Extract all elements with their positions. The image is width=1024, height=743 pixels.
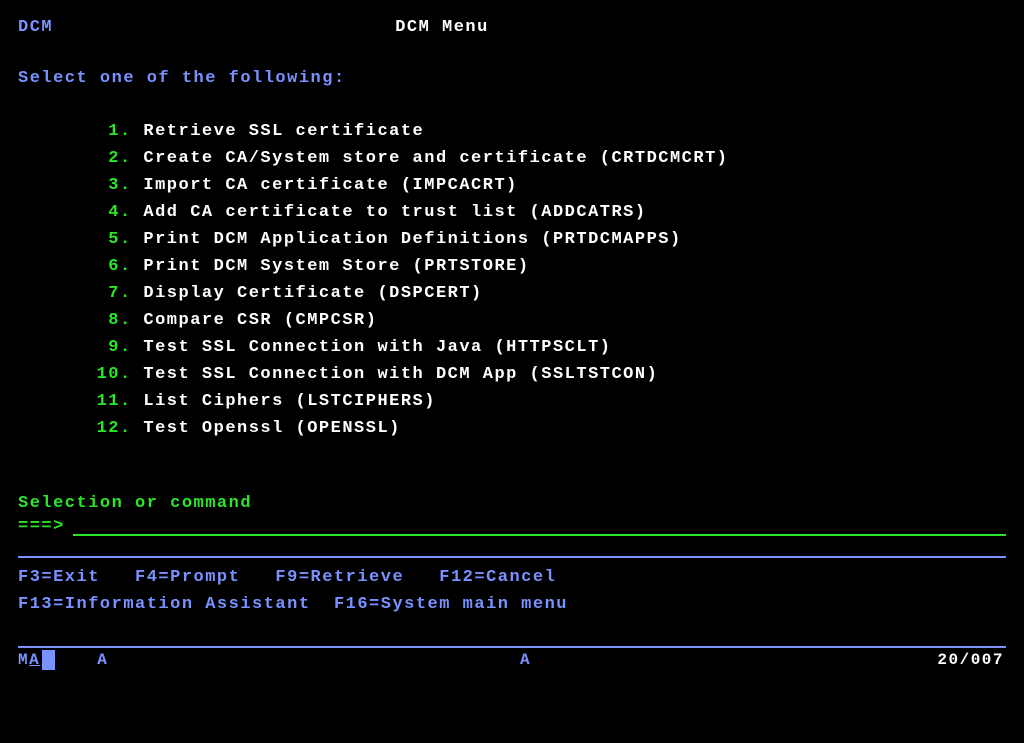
menu-item-9[interactable]: 9. Test SSL Connection with Java (HTTPSC…	[76, 334, 1006, 361]
divider	[18, 556, 1006, 558]
menu-item-1[interactable]: 1. Retrieve SSL certificate	[76, 118, 1006, 145]
menu-item-10[interactable]: 10. Test SSL Connection with DCM App (SS…	[76, 361, 1006, 388]
command-arrow: ===>	[18, 517, 65, 536]
prompt-text: Select one of the following:	[18, 69, 1006, 88]
menu-item-6[interactable]: 6. Print DCM System Store (PRTSTORE)	[76, 253, 1006, 280]
selection-prompt: Selection or command	[18, 494, 1006, 513]
status-bar: MA A A 20/007	[18, 648, 1006, 670]
menu-item-8[interactable]: 8. Compare CSR (CMPCSR)	[76, 307, 1006, 334]
command-input[interactable]	[73, 515, 1006, 536]
status-block-icon	[42, 650, 55, 670]
status-mode: MA	[18, 650, 55, 670]
cursor-position: 20/007	[937, 651, 1006, 669]
page-title: DCM Menu	[118, 18, 1006, 37]
menu-list: 1. Retrieve SSL certificate 2. Create CA…	[76, 118, 1006, 442]
menu-item-5[interactable]: 5. Print DCM Application Definitions (PR…	[76, 226, 1006, 253]
header: DCM DCM Menu	[18, 18, 1006, 37]
menu-item-3[interactable]: 3. Import CA certificate (IMPCACRT)	[76, 172, 1006, 199]
command-line: ===>	[18, 515, 1006, 536]
menu-item-4[interactable]: 4. Add CA certificate to trust list (ADD…	[76, 199, 1006, 226]
function-keys-row-2: F13=Information Assistant F16=System mai…	[18, 591, 1006, 618]
system-id: DCM	[18, 18, 118, 37]
status-indicator-2: A	[520, 651, 531, 669]
menu-item-12[interactable]: 12. Test Openssl (OPENSSL)	[76, 415, 1006, 442]
function-keys-row-1: F3=Exit F4=Prompt F9=Retrieve F12=Cancel	[18, 564, 1006, 591]
menu-item-11[interactable]: 11. List Ciphers (LSTCIPHERS)	[76, 388, 1006, 415]
menu-item-7[interactable]: 7. Display Certificate (DSPCERT)	[76, 280, 1006, 307]
menu-item-2[interactable]: 2. Create CA/System store and certificat…	[76, 145, 1006, 172]
status-indicator-1: A	[97, 651, 108, 669]
